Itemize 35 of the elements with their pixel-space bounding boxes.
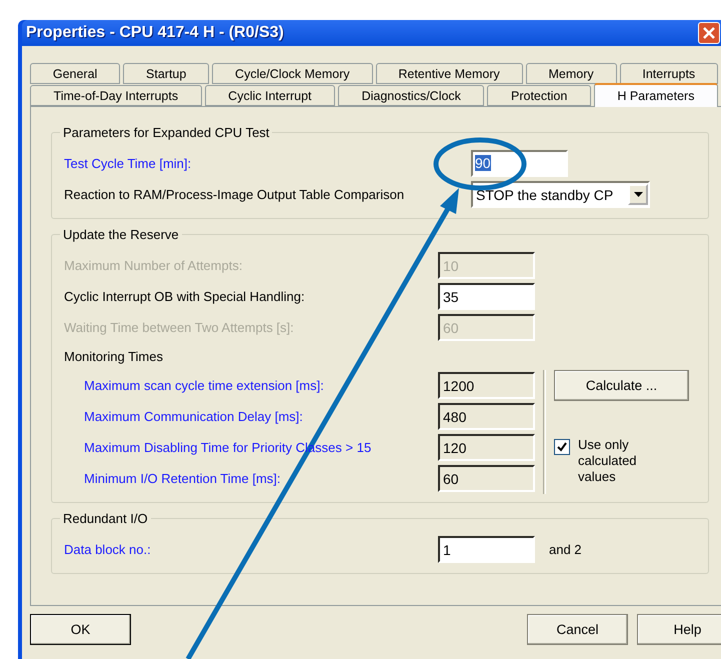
tab[interactable]: General bbox=[30, 63, 120, 84]
tab[interactable]: Retentive Memory bbox=[376, 63, 523, 84]
field-label: Maximum Communication Delay [ms]: bbox=[84, 409, 304, 424]
group-title: Update the Reserve bbox=[62, 227, 180, 242]
field-label: Reaction to RAM/Process-Image Output Table Comparison bbox=[64, 187, 406, 202]
field-label: Minimum I/O Retention Time [ms]: bbox=[84, 471, 282, 486]
window-title: Properties - CPU 417-4 H - (R0/S3) bbox=[26, 24, 284, 42]
tab[interactable]: H Parameters bbox=[594, 83, 718, 107]
input-field[interactable]: 90 bbox=[471, 150, 568, 177]
dialog-button[interactable]: Cancel bbox=[527, 614, 628, 645]
field-label: Test Cycle Time [min]: bbox=[64, 156, 192, 171]
checkbox-label: Use only calculated values bbox=[578, 437, 638, 485]
field-suffix: and 2 bbox=[549, 542, 583, 557]
input-field[interactable]: 1 bbox=[438, 536, 535, 563]
tab[interactable]: Diagnostics/Clock bbox=[338, 85, 484, 106]
field-label: Maximum Number of Attempts: bbox=[64, 258, 244, 273]
tab[interactable]: Interrupts bbox=[620, 63, 718, 84]
tab[interactable]: Protection bbox=[487, 85, 591, 106]
calculate-button[interactable]: Calculate ... bbox=[554, 370, 689, 401]
field-label: Waiting Time between Two Attempts [s]: bbox=[64, 320, 295, 335]
tab[interactable]: Time-of-Day Interrupts bbox=[30, 85, 202, 106]
dialog-button[interactable]: Help bbox=[637, 614, 721, 645]
tab[interactable]: Cyclic Interrupt bbox=[204, 85, 336, 106]
tab[interactable]: Startup bbox=[123, 63, 210, 84]
field-label: Data block no.: bbox=[64, 542, 152, 557]
dropdown[interactable]: STOP the standby CP bbox=[471, 181, 650, 208]
section-heading: Monitoring Times bbox=[64, 349, 164, 364]
tab[interactable]: Memory bbox=[526, 63, 617, 84]
field-label: Cyclic Interrupt OB with Special Handling: bbox=[64, 289, 306, 304]
group-title: Redundant I/O bbox=[62, 511, 149, 526]
tab[interactable]: Cycle/Clock Memory bbox=[212, 63, 373, 84]
input-field[interactable]: 35 bbox=[438, 283, 535, 310]
field-label: Maximum scan cycle time extension [ms]: bbox=[84, 378, 325, 393]
group-title: Parameters for Expanded CPU Test bbox=[62, 125, 270, 140]
dialog-button[interactable]: OK bbox=[30, 614, 131, 645]
